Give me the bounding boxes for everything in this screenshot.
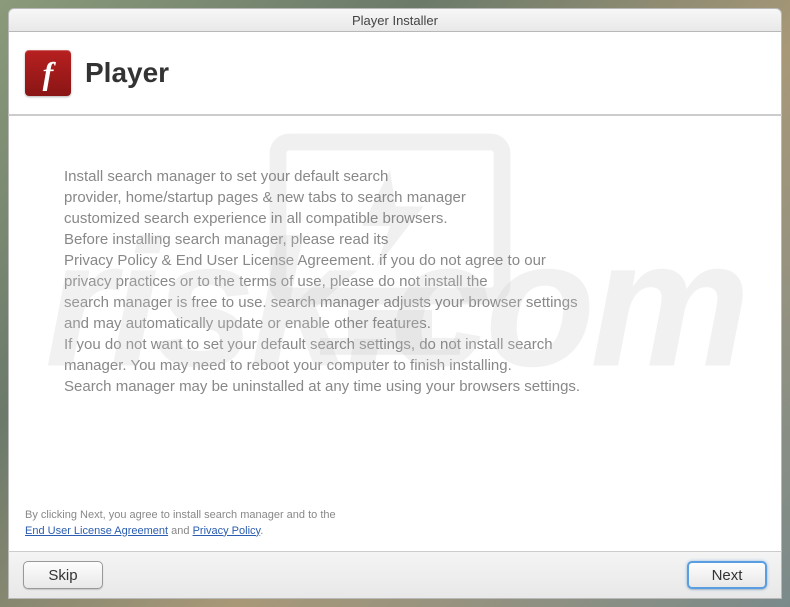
- footer-note: By clicking Next, you agree to install s…: [25, 508, 765, 539]
- footer-prefix: By clicking Next, you agree to install s…: [25, 509, 336, 521]
- button-bar: Skip Next: [8, 551, 782, 599]
- flash-logo-icon: f: [25, 50, 71, 96]
- window-title: Player Installer: [352, 13, 438, 28]
- skip-button[interactable]: Skip: [23, 561, 103, 589]
- watermark-monitor-icon: [250, 100, 530, 380]
- header-title: Player: [85, 57, 169, 89]
- footer-and: and: [168, 525, 192, 537]
- privacy-link[interactable]: Privacy Policy: [193, 525, 261, 537]
- footer-suffix: .: [260, 525, 263, 537]
- next-button[interactable]: Next: [687, 561, 767, 589]
- eula-link[interactable]: End User License Agreement: [25, 525, 168, 537]
- titlebar: Player Installer: [8, 8, 782, 32]
